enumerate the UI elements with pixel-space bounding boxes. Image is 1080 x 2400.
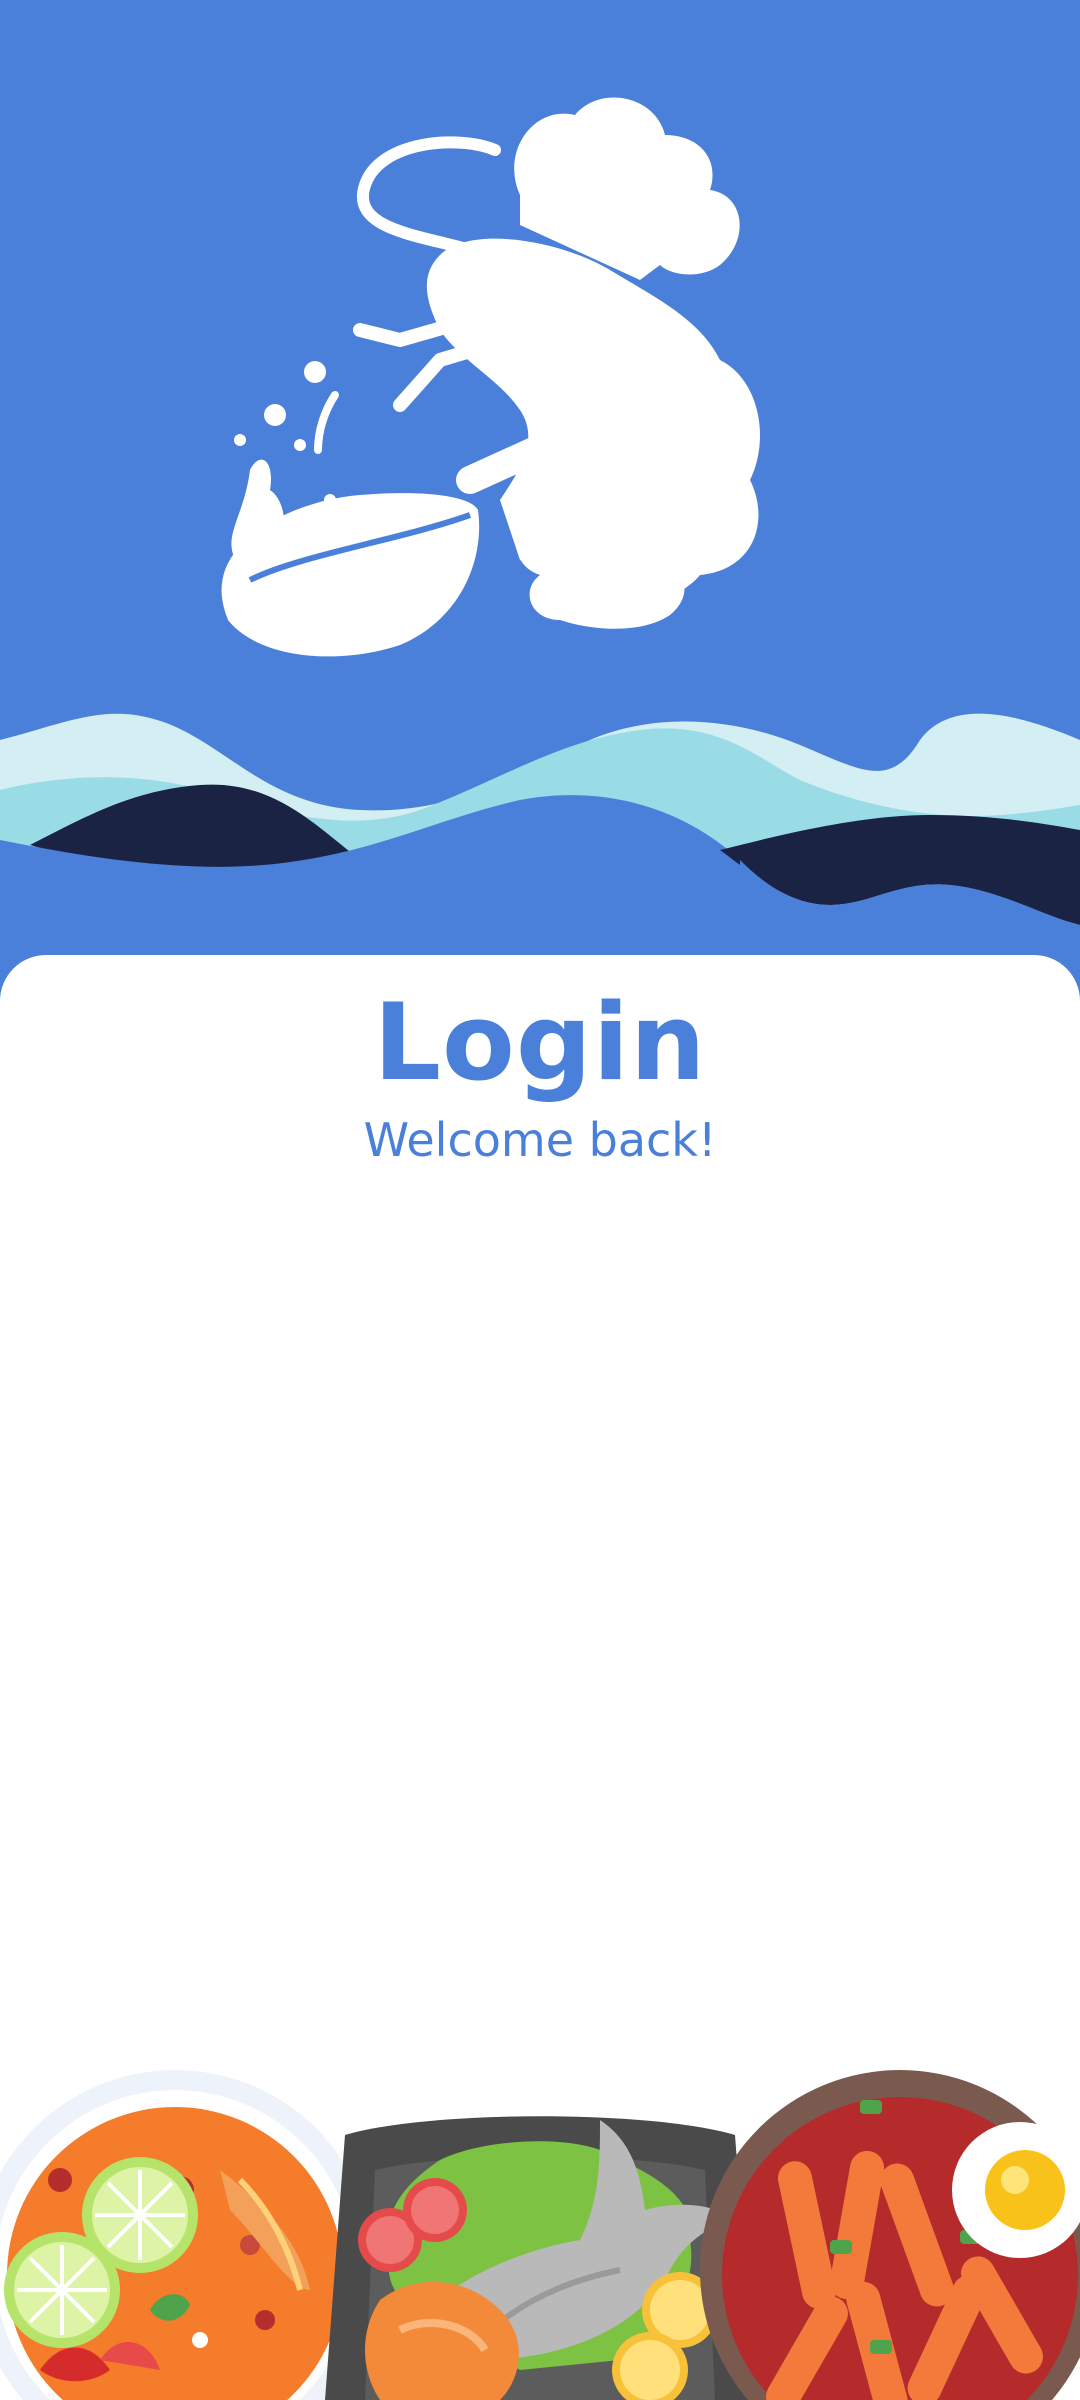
login-card: Login Welcome back!	[0, 955, 1080, 2400]
page-title: Login	[373, 981, 707, 1104]
header-illustration	[0, 97, 1080, 1000]
lobster-chef-logo-icon	[221, 97, 760, 657]
welcome-subtitle: Welcome back!	[363, 1113, 717, 1167]
tom-yum-soup-icon	[0, 2070, 375, 2400]
food-illustration	[0, 2040, 1080, 2400]
header-banner	[0, 0, 1080, 1000]
grilled-fish-plate-icon	[325, 2116, 755, 2400]
tteokbokki-bowl-icon	[700, 2070, 1080, 2400]
